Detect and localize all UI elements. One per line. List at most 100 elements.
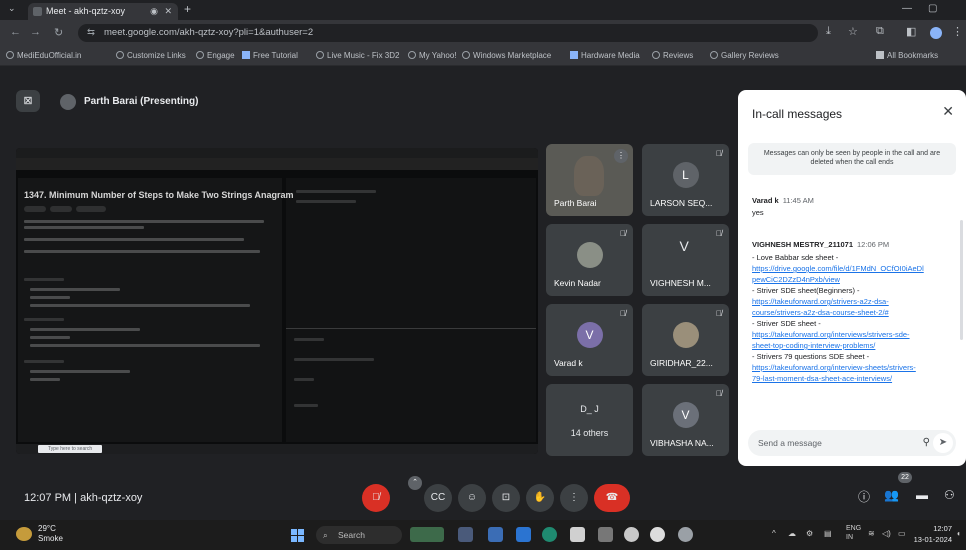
bookmark-item[interactable]: Free Tutorial bbox=[242, 49, 298, 63]
message-link[interactable]: https://takeuforward.org/interview-sheet… bbox=[752, 363, 916, 373]
message-link[interactable]: pewCiC2DZzD4nPxb/view bbox=[752, 275, 840, 285]
profile-avatar[interactable] bbox=[930, 27, 942, 39]
company-chip bbox=[76, 206, 106, 212]
participant-tile[interactable]: 🎙̸ L LARSON SEQ... bbox=[642, 144, 729, 216]
download-icon[interactable]: ⤓ bbox=[826, 25, 831, 38]
forward-arrow-icon[interactable]: → bbox=[30, 26, 41, 38]
maximize-button[interactable]: ▢ bbox=[928, 3, 937, 14]
notification-bell-icon[interactable]: ◖ bbox=[956, 529, 961, 538]
example-line bbox=[30, 288, 120, 291]
bookmark-item[interactable]: MediEduOfficial.in bbox=[6, 49, 81, 63]
participant-tile[interactable]: 🎙̸ GIRIDHAR_22... bbox=[642, 304, 729, 376]
participant-tile[interactable]: 🎙̸ V VIBHASHA NA... bbox=[642, 384, 729, 456]
participant-video bbox=[574, 156, 604, 196]
taskbar-app-icon[interactable] bbox=[410, 527, 444, 542]
browser-tab[interactable]: Meet - akh-qztz-xoy ◉ ✕ bbox=[28, 3, 178, 20]
taskbar-app-icon[interactable] bbox=[624, 527, 639, 542]
tray-app-icon[interactable]: ☁ bbox=[788, 529, 796, 538]
wifi-icon[interactable]: ≋ bbox=[868, 529, 875, 538]
message-link[interactable]: https://drive.google.com/file/d/1FMdN_OC… bbox=[752, 264, 924, 274]
bookmark-item[interactable]: Engage bbox=[196, 49, 235, 63]
mic-toggle-button[interactable]: 🎙̸ bbox=[362, 484, 390, 512]
tray-app-icon[interactable]: ▤ bbox=[824, 529, 832, 538]
menu-dots-icon[interactable]: ⋮ bbox=[952, 25, 963, 38]
close-tab-icon[interactable]: ✕ bbox=[164, 3, 172, 20]
taskbar-app-icon[interactable] bbox=[650, 527, 665, 542]
tray-app-icon[interactable]: ⚙ bbox=[806, 529, 813, 538]
taskbar-app-icon[interactable] bbox=[542, 527, 557, 542]
new-tab-button[interactable]: + bbox=[184, 2, 191, 16]
bookmark-item[interactable]: Reviews bbox=[652, 49, 693, 63]
message-link[interactable]: https://takeuforward.org/strivers-a2z-ds… bbox=[752, 297, 889, 307]
bookmark-item[interactable]: Customize Links bbox=[116, 49, 186, 63]
message-input[interactable]: Send a message ⚲ ➤ bbox=[748, 430, 956, 456]
participant-tile[interactable]: 🎙̸ V VIGHNESH M... bbox=[642, 224, 729, 296]
leave-call-button[interactable]: ☎ bbox=[594, 484, 630, 512]
side-panel-icon[interactable]: ◧ bbox=[906, 25, 916, 38]
shared-toolbar bbox=[16, 148, 538, 158]
mic-off-icon: 🎙̸ bbox=[716, 389, 722, 398]
message-link[interactable]: sheet-top-coding-interview-problems/ bbox=[752, 341, 875, 351]
close-icon[interactable]: ✕ bbox=[942, 103, 954, 120]
recording-icon: ◉ bbox=[150, 6, 158, 16]
language-indicator[interactable]: ENG IN bbox=[846, 524, 861, 542]
bookmark-item[interactable]: Hardware Media bbox=[570, 49, 640, 63]
bookmark-item[interactable]: Windows Marketplace bbox=[462, 49, 551, 63]
extensions-icon[interactable]: ⧉ bbox=[876, 25, 884, 38]
message-placeholder: Send a message bbox=[758, 438, 822, 448]
others-tile[interactable]: D_ J 14 others bbox=[546, 384, 633, 456]
address-bar[interactable]: ⇆ meet.google.com/akh-qztz-xoy?pli=1&aut… bbox=[78, 24, 818, 42]
message-link[interactable]: course/strivers-a2z-dsa-course-sheet-2/# bbox=[752, 308, 889, 318]
back-arrow-icon[interactable]: ← bbox=[10, 26, 21, 38]
raise-hand-button[interactable]: ✋ bbox=[526, 484, 554, 512]
minimize-button[interactable]: — bbox=[902, 3, 912, 14]
windows-start-icon[interactable] bbox=[291, 529, 304, 542]
tab-list-chevron-icon[interactable]: ⌄ bbox=[8, 3, 16, 14]
participant-tile[interactable]: 🎙̸ Kevin Nadar bbox=[546, 224, 633, 296]
mic-off-icon: 🎙̸ bbox=[716, 229, 722, 238]
mic-off-icon: 🎙̸ bbox=[620, 309, 626, 318]
bookmarks-bar: MediEduOfficial.in Customize Links Engag… bbox=[0, 46, 966, 66]
chat-icon[interactable]: ▬ bbox=[916, 488, 928, 502]
send-icon[interactable]: ➤ bbox=[933, 433, 953, 453]
system-clock[interactable]: 12:07 13-01-2024 bbox=[910, 523, 952, 545]
message-link[interactable]: https://takeuforward.org/interviews/stri… bbox=[752, 330, 910, 340]
taskbar-app-icon[interactable] bbox=[488, 527, 503, 542]
message-text: - Striver SDE sheet(Beginners) - bbox=[752, 286, 860, 295]
browser-tab-bar: ⌄ Meet - akh-qztz-xoy ◉ ✕ + — ▢ bbox=[0, 0, 966, 20]
bookmark-item[interactable]: My Yahoo! bbox=[408, 49, 457, 63]
all-bookmarks[interactable]: All Bookmarks bbox=[876, 49, 938, 63]
captions-button[interactable]: CC bbox=[424, 484, 452, 512]
people-icon[interactable]: 👥 bbox=[884, 488, 899, 502]
battery-icon[interactable]: ▭ bbox=[898, 529, 906, 538]
taskbar-app-icon[interactable] bbox=[516, 527, 531, 542]
topic-chip bbox=[50, 206, 72, 212]
present-toggle-icon[interactable]: ⊠ bbox=[16, 90, 40, 112]
location-pin-icon[interactable]: ⚲ bbox=[923, 430, 930, 456]
tray-chevron-icon[interactable]: ^ bbox=[772, 529, 776, 538]
volume-icon[interactable]: ◁) bbox=[882, 529, 891, 538]
bookmark-item[interactable]: Gallery Reviews bbox=[710, 49, 779, 63]
taskbar-search[interactable]: ⌕ Search bbox=[316, 526, 402, 544]
participant-tile[interactable]: 🎙̸ V Varad k bbox=[546, 304, 633, 376]
mic-options-chevron-icon[interactable]: ⌃ bbox=[408, 476, 422, 490]
chat-scrollbar[interactable] bbox=[960, 220, 963, 340]
weather-widget[interactable]: 29°C Smoke bbox=[38, 524, 63, 544]
bookmark-star-icon[interactable]: ☆ bbox=[848, 25, 858, 38]
code-line bbox=[296, 200, 356, 203]
site-info-icon[interactable]: ⇆ bbox=[87, 24, 95, 42]
activities-icon[interactable]: ⚇ bbox=[944, 488, 955, 502]
more-options-button[interactable]: ⋮ bbox=[560, 484, 588, 512]
taskbar-app-icon[interactable] bbox=[598, 527, 613, 542]
taskbar-app-icon[interactable] bbox=[458, 527, 473, 542]
participant-tile[interactable]: ⋮ Parth Barai bbox=[546, 144, 633, 216]
message-link[interactable]: 79-last-moment-dsa-sheet-ace-interviews/ bbox=[752, 374, 892, 384]
reload-icon[interactable]: ↻ bbox=[54, 26, 63, 39]
present-screen-button[interactable]: ⊡ bbox=[492, 484, 520, 512]
bookmark-item[interactable]: Live Music - Fix 3D2 bbox=[316, 49, 399, 63]
taskbar-app-icon[interactable] bbox=[678, 527, 693, 542]
globe-icon bbox=[196, 51, 204, 59]
taskbar-app-icon[interactable] bbox=[570, 527, 585, 542]
meeting-details-icon[interactable]: ⓘ bbox=[858, 488, 870, 505]
emoji-reaction-button[interactable]: ☺ bbox=[458, 484, 486, 512]
